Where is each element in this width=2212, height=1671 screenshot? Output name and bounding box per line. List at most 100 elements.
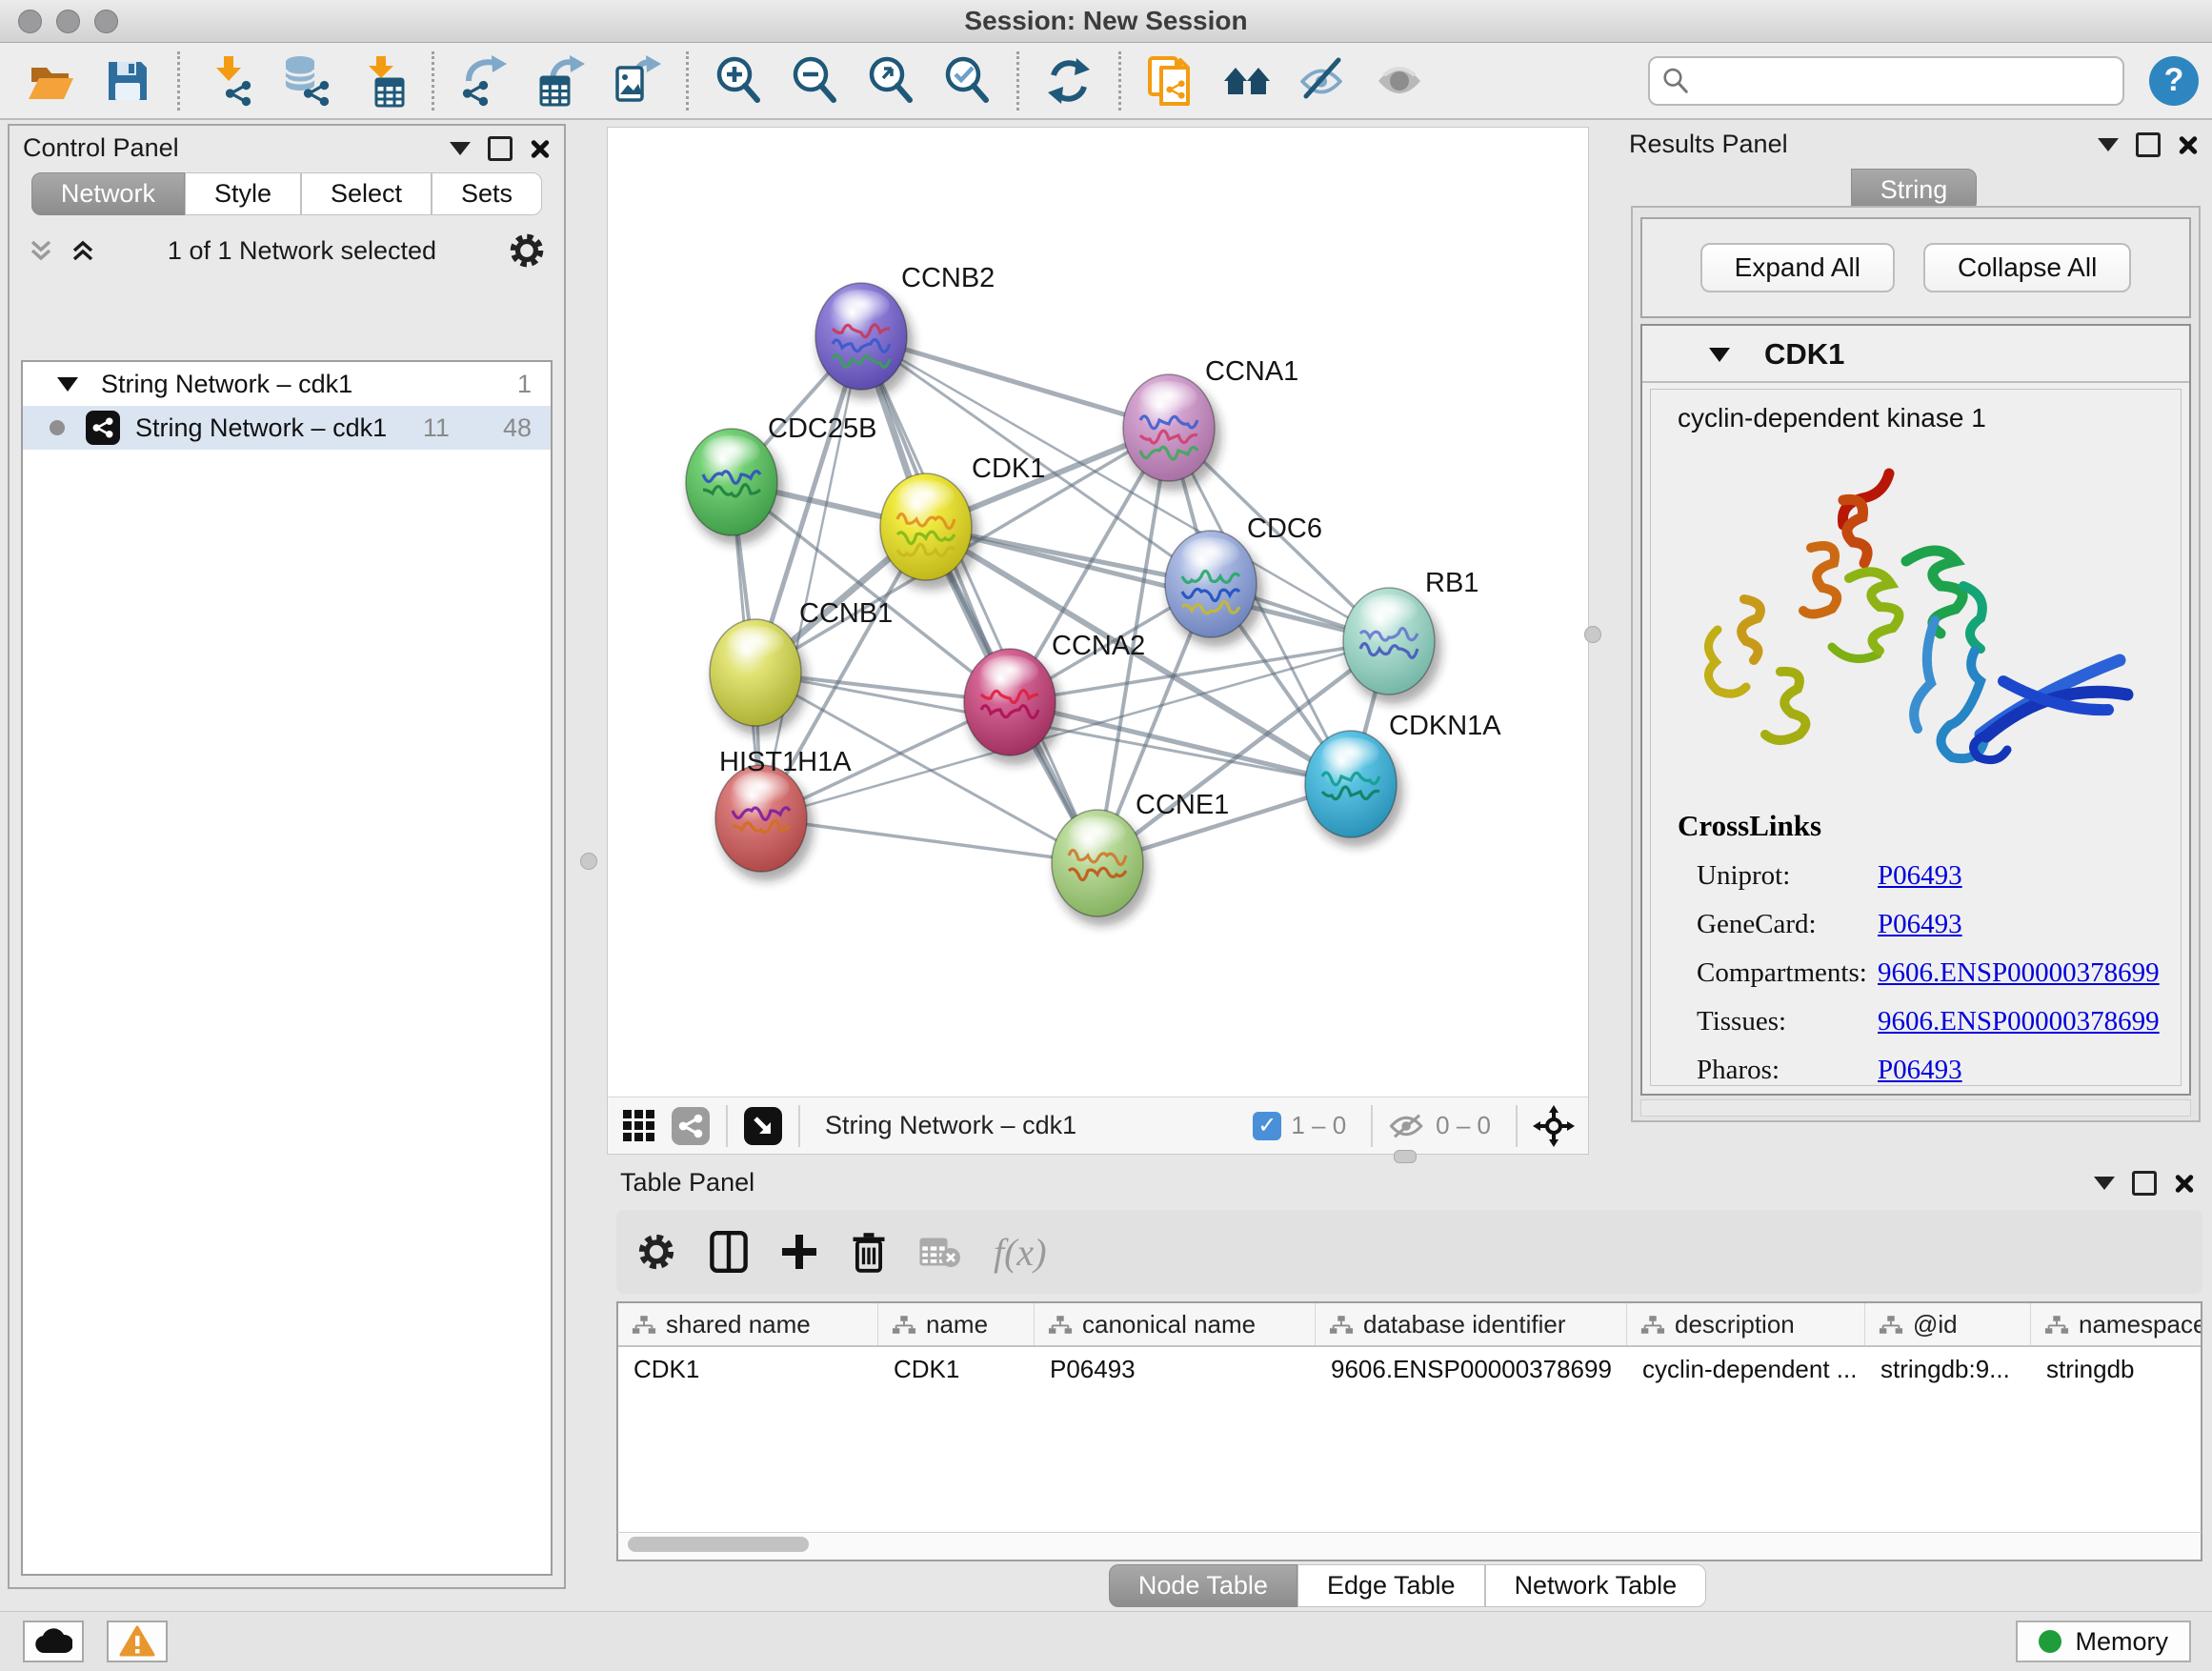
zoom-selected-icon[interactable] — [938, 52, 995, 110]
network-row[interactable]: String Network – cdk1 11 48 — [23, 406, 551, 450]
panel-collapse-icon[interactable] — [450, 142, 471, 155]
network-node-CCNB2[interactable]: CCNB2 — [815, 263, 995, 399]
import-network-file-icon[interactable] — [201, 52, 258, 110]
splitter-grip-bottom[interactable] — [1394, 1150, 1417, 1163]
help-icon[interactable]: ? — [2149, 56, 2199, 106]
import-network-database-icon[interactable] — [277, 52, 334, 110]
panel-float-icon[interactable] — [2132, 1171, 2157, 1196]
network-options-gear-icon[interactable] — [507, 231, 547, 271]
crosslink-link[interactable]: P06493 — [1878, 860, 1962, 892]
network-share-view-icon[interactable] — [671, 1106, 711, 1146]
expand-all-icon[interactable] — [69, 236, 97, 265]
table-options-gear-icon[interactable] — [635, 1231, 677, 1273]
column-header-canonical-name[interactable]: canonical name — [1035, 1303, 1316, 1345]
network-graph[interactable]: CCNB2CCNA1CDC25BCDK1CDC6RB1CCNB1CCNA2CDK… — [608, 128, 1588, 1097]
column-header-namespace[interactable]: namespace — [2031, 1303, 2202, 1345]
splitter-grip-right[interactable] — [1584, 626, 1601, 643]
network-edge-CCNB2-CCNE1[interactable] — [861, 336, 1097, 863]
cloud-status-icon[interactable] — [23, 1621, 84, 1662]
search-box[interactable] — [1648, 56, 2124, 106]
export-table-icon[interactable] — [532, 52, 589, 110]
section-expand-icon[interactable] — [1709, 348, 1730, 362]
warning-status-icon[interactable] — [107, 1621, 168, 1662]
delete-column-icon[interactable] — [851, 1231, 887, 1273]
save-session-icon[interactable] — [99, 52, 156, 110]
crosslink-link[interactable]: P06493 — [1878, 909, 1962, 940]
selected-nodes-checkbox[interactable]: ✓ — [1253, 1112, 1281, 1140]
tab-select[interactable]: Select — [301, 172, 432, 215]
collapse-all-button[interactable]: Collapse All — [1923, 243, 2131, 292]
panel-collapse-icon[interactable] — [2094, 1177, 2115, 1190]
panel-float-icon[interactable] — [488, 136, 513, 161]
column-header--id[interactable]: @id — [1865, 1303, 2031, 1345]
network-node-CDC6[interactable]: CDC6 — [1165, 513, 1322, 647]
table-cell[interactable]: stringdb:9... — [1865, 1347, 2031, 1391]
collapse-all-icon[interactable] — [27, 236, 55, 265]
glass-effect-on-icon[interactable] — [1371, 52, 1428, 110]
tab-node-table[interactable]: Node Table — [1109, 1564, 1297, 1607]
zoom-fit-content-icon[interactable] — [862, 52, 919, 110]
column-header-description[interactable]: description — [1627, 1303, 1865, 1345]
column-sitemap-icon — [892, 1315, 916, 1335]
crosslink-link[interactable]: 9606.ENSP00000378699 — [1878, 957, 2160, 989]
column-header-database-identifier[interactable]: database identifier — [1316, 1303, 1627, 1345]
table-cell[interactable]: CDK1 — [878, 1347, 1035, 1391]
network-node-CCNE1[interactable]: CCNE1 — [1052, 790, 1229, 926]
network-node-CCNB1[interactable]: CCNB1 — [710, 598, 893, 735]
network-canvas[interactable]: CCNB2CCNA1CDC25BCDK1CDC6RB1CCNB1CCNA2CDK… — [607, 127, 1589, 1155]
table-cell[interactable]: CDK1 — [618, 1347, 878, 1391]
expand-all-button[interactable]: Expand All — [1700, 243, 1895, 292]
open-session-icon[interactable] — [23, 52, 80, 110]
table-horizontal-scrollbar[interactable] — [616, 1532, 2202, 1561]
tab-style[interactable]: Style — [185, 172, 301, 215]
tab-network[interactable]: Network — [31, 172, 185, 215]
show-columns-icon[interactable] — [710, 1231, 748, 1273]
create-column-icon[interactable] — [780, 1233, 818, 1271]
table-cell[interactable]: P06493 — [1035, 1347, 1316, 1391]
fit-selected-crosshair-icon[interactable] — [1533, 1105, 1575, 1147]
import-table-file-icon[interactable] — [353, 52, 411, 110]
panel-close-icon[interactable] — [530, 138, 551, 159]
search-input[interactable] — [1690, 65, 2111, 96]
panel-float-icon[interactable] — [2136, 132, 2161, 157]
panel-collapse-icon[interactable] — [2098, 138, 2119, 151]
scrollbar-thumb[interactable] — [628, 1537, 809, 1552]
string-import-icon[interactable] — [1142, 52, 1199, 110]
node-label-CDK1: CDK1 — [972, 453, 1045, 484]
column-header-shared-name[interactable]: shared name — [618, 1303, 878, 1345]
crosslink-link[interactable]: P06493 — [1878, 1055, 1962, 1086]
crosslink-link[interactable]: 9606.ENSP00000378699 — [1878, 1006, 2160, 1037]
refresh-view-icon[interactable] — [1040, 52, 1097, 110]
network-grid-view-icon[interactable] — [621, 1108, 657, 1144]
table-cell[interactable]: 9606.ENSP00000378699 — [1316, 1347, 1627, 1391]
tab-edge-table[interactable]: Edge Table — [1297, 1564, 1485, 1607]
network-node-CDC25B[interactable]: CDC25B — [686, 413, 876, 545]
zoom-in-icon[interactable] — [710, 52, 767, 110]
column-header-name[interactable]: name — [878, 1303, 1035, 1345]
gene-section-header[interactable]: CDK1 — [1642, 326, 2189, 383]
network-collection-row[interactable]: String Network – cdk1 1 — [23, 362, 551, 406]
network-node-RB1[interactable]: RB1 — [1343, 568, 1478, 704]
glass-effect-off-icon[interactable] — [1295, 52, 1352, 110]
splitter-grip-left[interactable] — [580, 853, 597, 870]
node-label-CDC6: CDC6 — [1247, 513, 1322, 544]
network-edge-CDK1-RB1[interactable] — [926, 527, 1389, 641]
string-home-icon[interactable] — [1218, 52, 1276, 110]
network-node-CDKN1A[interactable]: CDKN1A — [1305, 711, 1501, 847]
network-type-icon — [86, 411, 120, 445]
table-cell[interactable]: stringdb — [2031, 1347, 2202, 1391]
export-image-icon[interactable] — [608, 52, 665, 110]
birds-eye-view-icon[interactable] — [743, 1106, 783, 1146]
panel-close-icon[interactable] — [2178, 134, 2199, 155]
table-cell[interactable]: cyclin-dependent ... — [1627, 1347, 1865, 1391]
export-network-icon[interactable] — [455, 52, 513, 110]
tab-network-table[interactable]: Network Table — [1485, 1564, 1707, 1607]
network-node-HIST1H1A[interactable]: HIST1H1A — [715, 747, 852, 881]
panel-close-icon[interactable] — [2174, 1173, 2195, 1194]
memory-button[interactable]: Memory — [2016, 1621, 2191, 1662]
results-scrollbar[interactable] — [1640, 1099, 2191, 1117]
tab-sets[interactable]: Sets — [432, 172, 542, 215]
table-row[interactable]: CDK1CDK1P064939606.ENSP00000378699cyclin… — [618, 1347, 2201, 1391]
collection-expand-icon[interactable] — [57, 377, 78, 392]
zoom-out-icon[interactable] — [786, 52, 843, 110]
